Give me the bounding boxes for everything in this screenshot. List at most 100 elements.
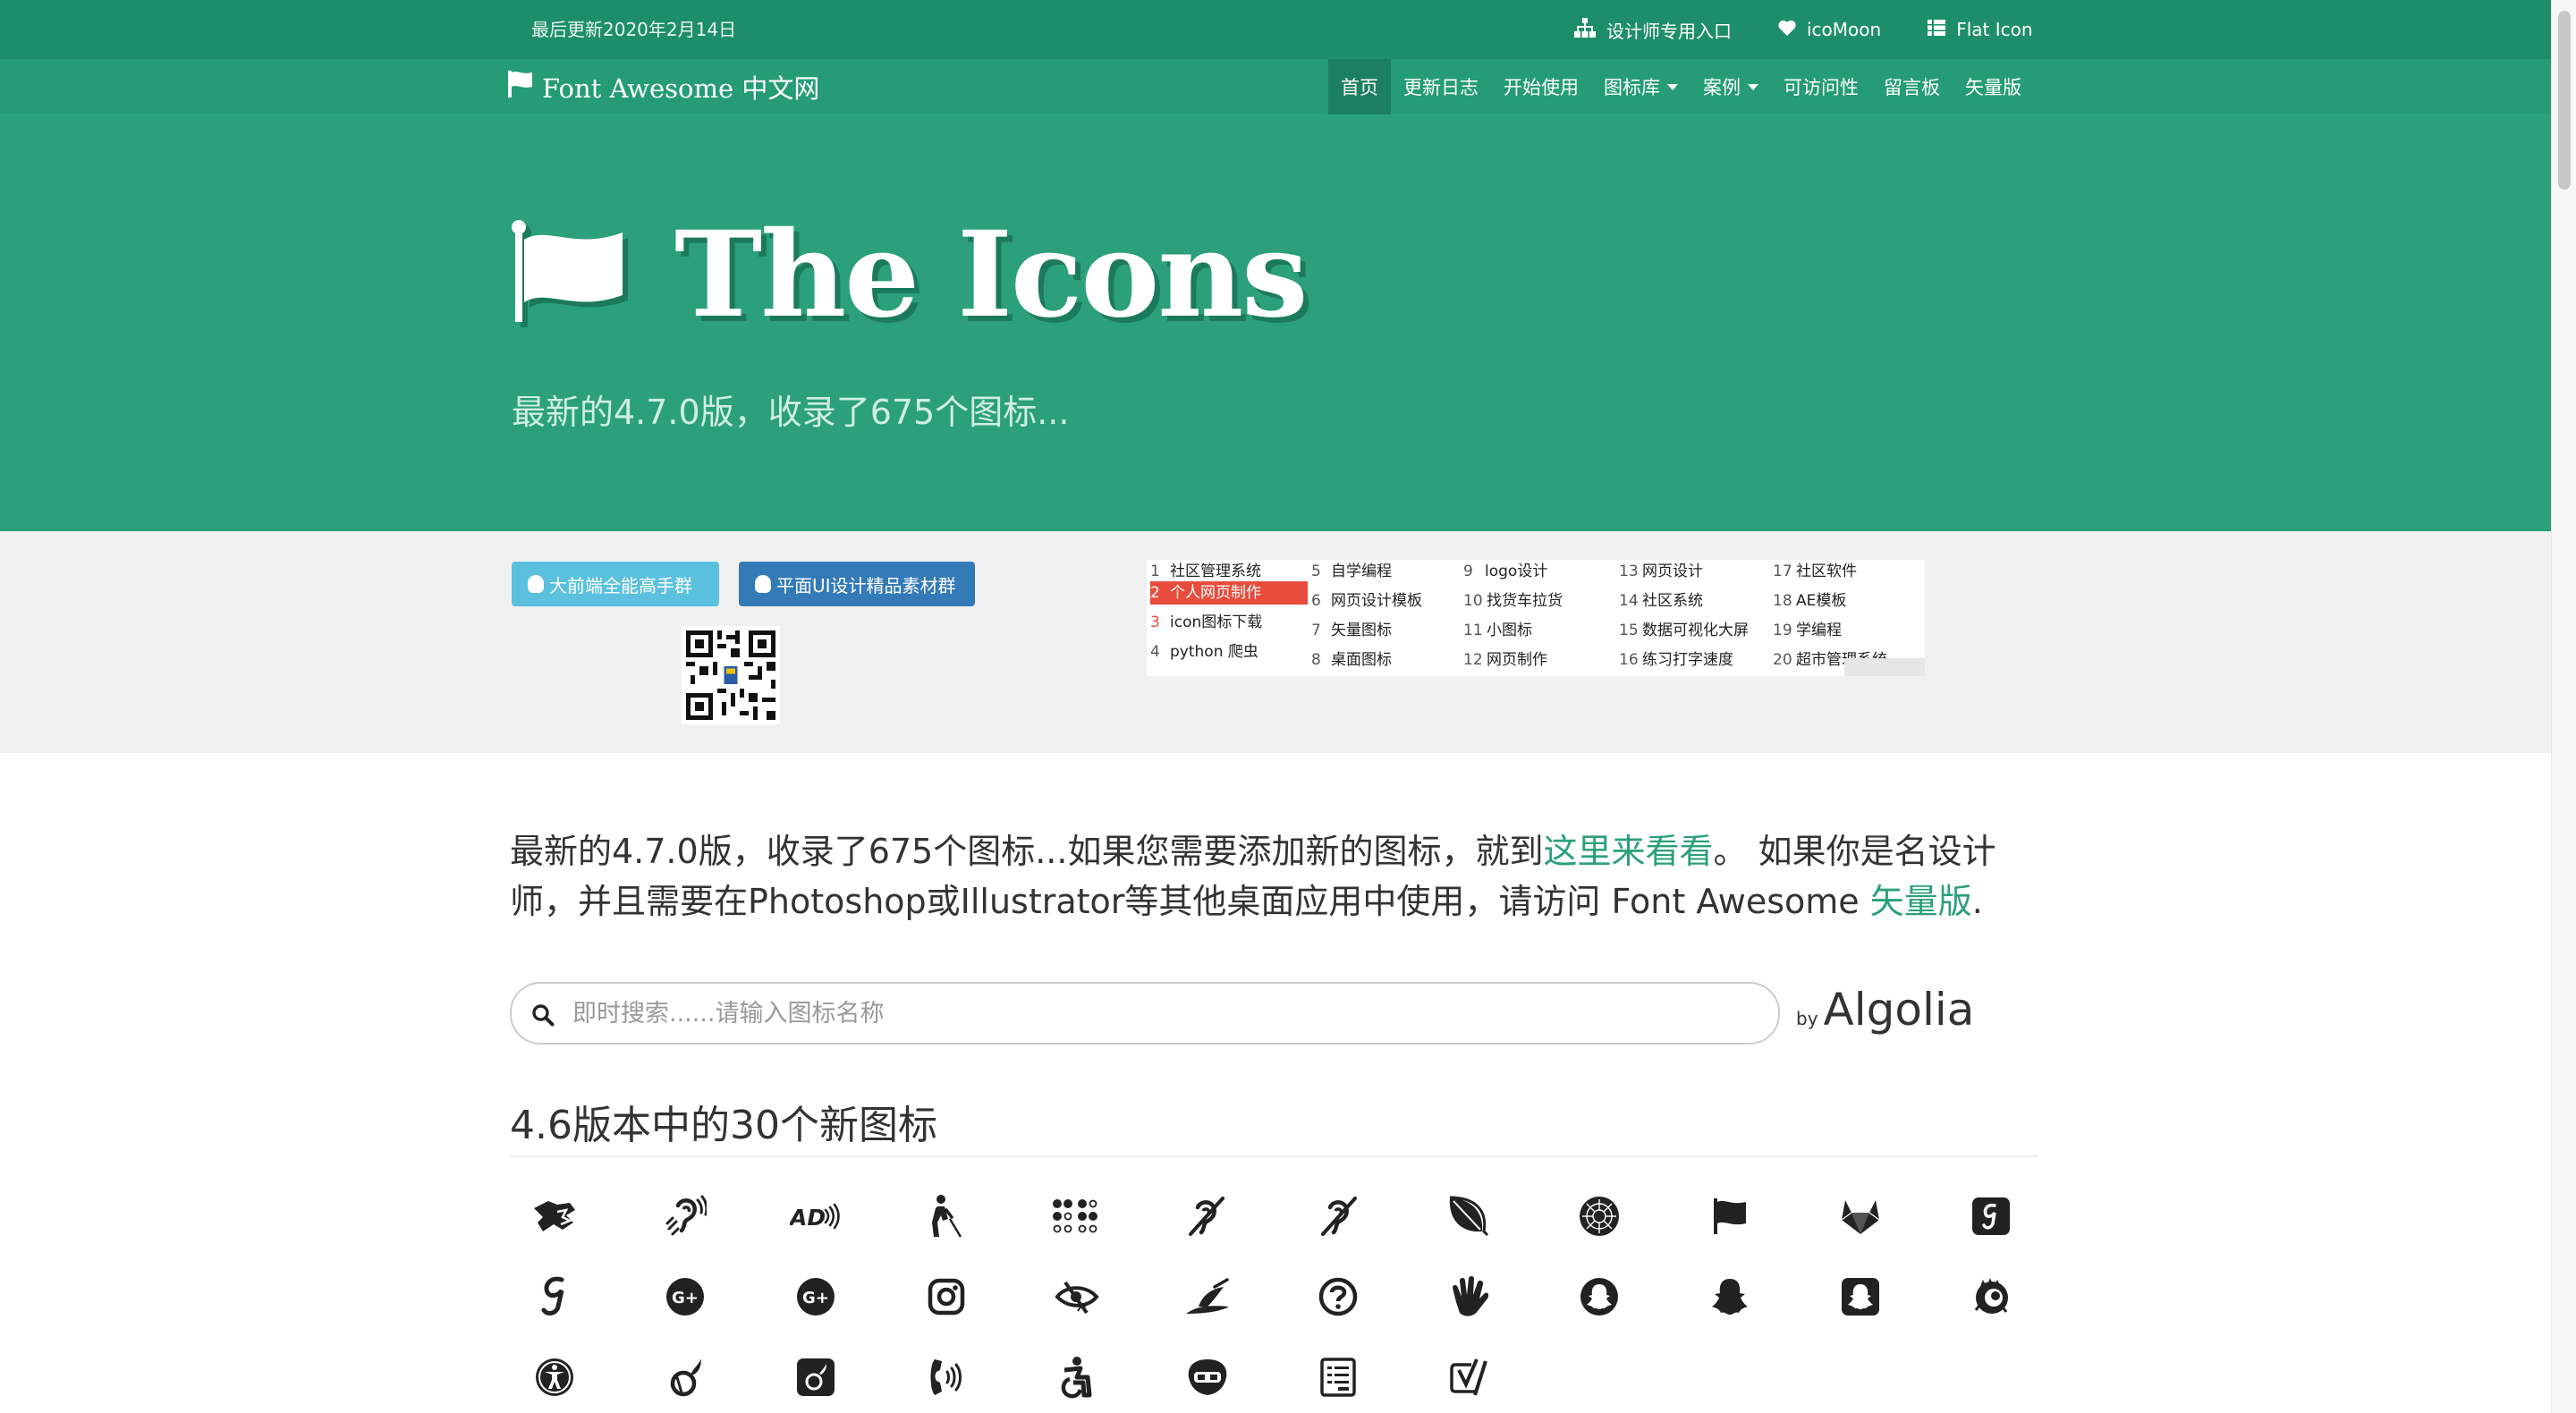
ad-link[interactable]: 15 数据可视化大屏 <box>1619 619 1749 642</box>
scrollbar-thumb[interactable] <box>2558 11 2571 190</box>
ad-link[interactable]: 17 社区软件 <box>1773 560 1857 583</box>
viadeo-icon[interactable] <box>658 1350 712 1404</box>
ad-link[interactable]: 7 矢量图标 <box>1311 619 1392 642</box>
designer-entry-label: 设计师专用入口 <box>1606 20 1732 42</box>
nav-examples-dropdown[interactable]: 案例 <box>1690 59 1771 114</box>
promo-band: 大前端全能高手群 平面UI设计精品素材群 1 社区管理系统 2 个人网页制作 3 ic… <box>0 531 2551 753</box>
intro-text: . <box>1971 882 1983 921</box>
ad-link[interactable]: 13 网页设计 <box>1619 560 1703 583</box>
gitlab-icon[interactable] <box>1834 1189 1887 1243</box>
qq-icon <box>528 575 544 593</box>
snapchat-icon[interactable] <box>1572 1270 1626 1324</box>
ad-link[interactable]: 18 AE模板 <box>1773 589 1846 613</box>
font-awesome-icon[interactable] <box>1703 1189 1757 1243</box>
qq-group-label-1: 大前端全能高手群 <box>549 574 692 597</box>
ad-link[interactable]: 2 个人网页制作 <box>1150 581 1308 605</box>
braille-icon[interactable] <box>1050 1189 1104 1243</box>
search-input[interactable] <box>571 993 1737 1034</box>
last-updated: 最后更新2020年2月14日 <box>531 19 737 40</box>
ad-link[interactable]: 6 网页设计模板 <box>1311 589 1422 613</box>
nav-guestbook[interactable]: 留言板 <box>1871 59 1953 114</box>
ad-link[interactable]: 19 学编程 <box>1773 619 1842 642</box>
google-plus-official-icon[interactable]: G+ <box>789 1270 843 1324</box>
nav-home[interactable]: 首页 <box>1328 59 1391 114</box>
blind-icon[interactable] <box>919 1189 973 1243</box>
intro-paragraph: 最新的4.7.0版，收录了675个图标...如果您需要添加新的图标，就到这里来看… <box>510 826 2030 926</box>
caret-down-icon <box>1748 83 1758 90</box>
snapchat-square-icon[interactable] <box>1834 1270 1887 1324</box>
svg-text:G+: G+ <box>672 1289 699 1307</box>
asl-interpreting-icon[interactable] <box>528 1189 581 1243</box>
glide-icon[interactable] <box>1964 1189 2018 1243</box>
ad-link[interactable]: 10 找货车拉货 <box>1463 589 1563 613</box>
first-order-icon[interactable] <box>1572 1189 1626 1243</box>
wheelchair-alt-icon[interactable] <box>1050 1350 1104 1404</box>
intro-text: 最新的4.7.0版，收录了675个图标...如果您需要添加新的图标，就到 <box>510 832 1544 871</box>
top-bar: 最后更新2020年2月14日 设计师专用入口 icoMoon Flat Icon <box>0 0 2551 59</box>
heart-icon <box>1778 19 1807 40</box>
nav-vector[interactable]: 矢量版 <box>1953 59 2034 114</box>
ad-close-badge[interactable] <box>1844 658 1925 676</box>
nav-examples-label: 案例 <box>1703 77 1741 98</box>
assistive-listening-icon[interactable] <box>658 1189 712 1243</box>
snapchat-ghost-icon[interactable] <box>1703 1270 1757 1324</box>
nav-changelog[interactable]: 更新日志 <box>1391 59 1491 114</box>
wpbeginner-icon[interactable] <box>1181 1350 1234 1404</box>
brand-link[interactable]: Font Awesome 中文网 <box>508 59 819 114</box>
ad-link[interactable]: 16 练习打字速度 <box>1619 648 1733 672</box>
request-icon-link[interactable]: 这里来看看 <box>1543 832 1713 871</box>
qr-code <box>682 626 780 724</box>
flag-icon <box>512 219 630 331</box>
algolia-logo[interactable]: by Algolia <box>1796 984 1974 1036</box>
svg-text:AD: AD <box>790 1205 826 1230</box>
search-icon <box>531 1003 555 1030</box>
ad-link[interactable]: 1 社区管理系统 <box>1150 560 1261 583</box>
sitemap-icon <box>1574 17 1606 42</box>
pied-piper-icon[interactable] <box>1181 1270 1234 1324</box>
yoast-icon[interactable] <box>1442 1350 1496 1404</box>
flaticon-link[interactable]: Flat Icon <box>1928 19 2033 40</box>
themeisle-icon[interactable] <box>1964 1270 2018 1324</box>
ad-links-panel: 1 社区管理系统 2 个人网页制作 3 icon图标下载 4 python 爬虫 5 自学… <box>1147 560 1925 676</box>
ad-link[interactable]: 12 网页制作 <box>1463 648 1547 672</box>
qq-icon <box>755 575 771 593</box>
ad-link[interactable]: 4 python 爬虫 <box>1150 640 1258 664</box>
google-plus-circle-icon[interactable]: G+ <box>658 1270 712 1324</box>
ad-link[interactable]: 14 社区系统 <box>1619 589 1703 613</box>
glide-g-icon[interactable] <box>528 1270 581 1324</box>
qq-group-button-2[interactable]: 平面UI设计精品素材群 <box>739 562 975 606</box>
deafness-icon[interactable] <box>1311 1189 1365 1243</box>
hero: The Icons 最新的4.7.0版，收录了675个图标... <box>0 116 2551 531</box>
nav-accessibility[interactable]: 可访问性 <box>1771 59 1871 114</box>
ad-link[interactable]: 8 桌面图标 <box>1311 648 1392 672</box>
deaf-icon[interactable] <box>1181 1189 1234 1243</box>
ad-link[interactable]: 3 icon图标下载 <box>1150 611 1262 634</box>
designer-entry-link[interactable]: 设计师专用入口 <box>1574 17 1732 43</box>
volume-control-phone-icon[interactable] <box>919 1350 973 1404</box>
viadeo-square-icon[interactable] <box>789 1350 843 1404</box>
vector-version-link[interactable]: 矢量版 <box>1870 882 1972 921</box>
audio-description-icon[interactable]: AD <box>789 1189 843 1243</box>
instagram-icon[interactable] <box>919 1270 973 1324</box>
sign-language-icon[interactable] <box>1442 1270 1496 1324</box>
main-menu: 首页 更新日志 开始使用 图标库 案例 可访问性 留言板 矢量版 <box>1328 59 2034 114</box>
icomoon-link[interactable]: icoMoon <box>1778 19 1881 40</box>
nav-icons-dropdown[interactable]: 图标库 <box>1591 59 1690 114</box>
scrollbar[interactable] <box>2551 0 2576 1413</box>
ad-link[interactable]: 11 小图标 <box>1463 619 1532 642</box>
question-circle-o-icon[interactable] <box>1311 1270 1365 1324</box>
universal-access-icon[interactable] <box>528 1350 581 1404</box>
qq-group-button-1[interactable]: 大前端全能高手群 <box>512 562 719 606</box>
low-vision-icon[interactable] <box>1050 1270 1104 1324</box>
grid-icon <box>1928 19 1956 40</box>
flag-icon <box>508 70 542 104</box>
ad-link[interactable]: 9 logo设计 <box>1463 560 1547 583</box>
top-links: 设计师专用入口 icoMoon Flat Icon <box>1574 0 2080 59</box>
ad-link[interactable]: 5 自学编程 <box>1311 560 1392 583</box>
wpforms-icon[interactable] <box>1311 1350 1365 1404</box>
nav-get-started[interactable]: 开始使用 <box>1491 59 1591 114</box>
qq-group-label-2: 平面UI设计精品素材群 <box>776 574 956 597</box>
envira-icon[interactable] <box>1442 1189 1496 1243</box>
nav-icons-label: 图标库 <box>1604 77 1660 98</box>
svg-text:G+: G+ <box>802 1289 829 1307</box>
